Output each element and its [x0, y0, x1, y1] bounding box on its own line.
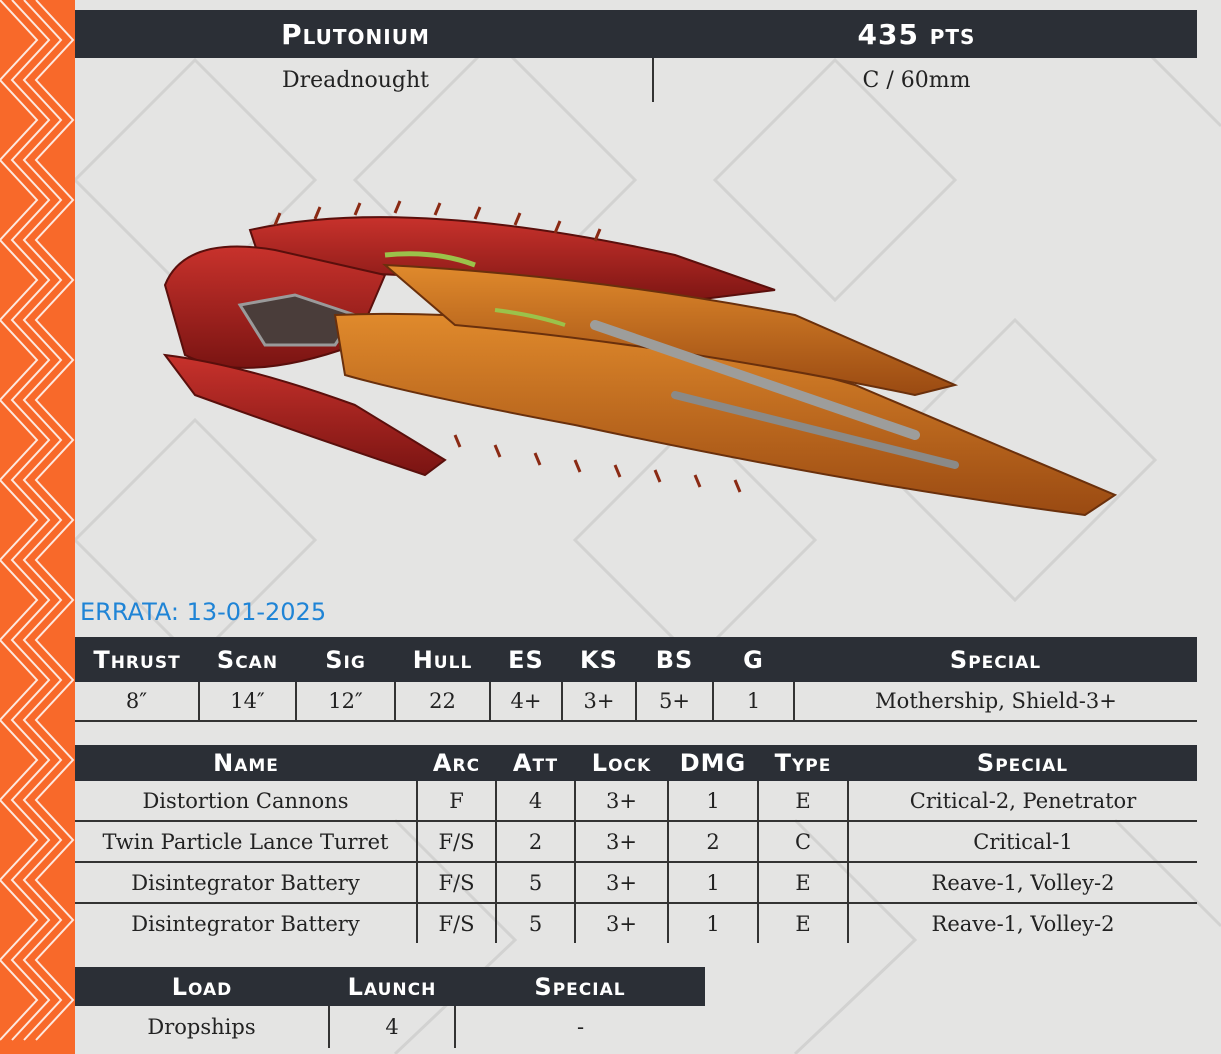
weapon-type: E: [757, 781, 848, 822]
ks-value: 3+: [561, 682, 636, 722]
title-bar: Plutonium 435 pts: [75, 10, 1197, 58]
weapon-row: Disintegrator Battery F/S 5 3+ 1 E Reave…: [75, 862, 1197, 904]
thrust-value: 8″: [75, 682, 199, 722]
header-att: Att: [496, 745, 575, 781]
weapon-lock: 3+: [574, 862, 668, 904]
header-lock: Lock: [575, 745, 668, 781]
launch-table: Load Launch Special Dropships 4 -: [75, 967, 705, 1048]
ship-class: Dreadnought: [281, 67, 430, 93]
weapon-name: Disintegrator Battery: [75, 862, 417, 904]
divider: [652, 58, 654, 102]
header-scan: Scan: [199, 637, 296, 682]
weapon-dmg: 1: [667, 781, 758, 822]
weapon-special: Critical-1: [847, 821, 1197, 863]
weapon-lock: 3+: [574, 821, 668, 863]
weapons-table: Name Arc Att Lock DMG Type Special Disto…: [75, 745, 1197, 943]
header-ks: KS: [562, 637, 636, 682]
header-load: Load: [75, 967, 329, 1006]
weapon-att: 5: [495, 903, 575, 943]
scan-value: 14″: [198, 682, 296, 722]
ship-stats-table: Thrust Scan Sig Hull ES KS BS G Special …: [75, 637, 1197, 722]
launch-row: Dropships 4 -: [75, 1006, 705, 1048]
bs-value: 5+: [635, 682, 713, 722]
errata-note: ERRATA: 13-01-2025: [80, 598, 327, 626]
weapon-special: Critical-2, Penetrator: [847, 781, 1197, 822]
header-special: Special: [794, 637, 1197, 682]
weapon-type: E: [757, 862, 848, 904]
weapon-arc: F: [416, 781, 496, 822]
header-dmg: DMG: [668, 745, 758, 781]
weapon-att: 4: [495, 781, 575, 822]
weapon-row: Disintegrator Battery F/S 5 3+ 1 E Reave…: [75, 903, 1197, 943]
header-type: Type: [758, 745, 848, 781]
header-arc: Arc: [417, 745, 496, 781]
weapon-row: Twin Particle Lance Turret F/S 2 3+ 2 C …: [75, 821, 1197, 863]
header-launch: Launch: [329, 967, 455, 1006]
decorative-side-stripe: [0, 0, 75, 1054]
subtitle-row: Dreadnought C / 60mm: [75, 58, 1197, 102]
header-thrust: Thrust: [75, 637, 199, 682]
weapon-row: Distortion Cannons F 4 3+ 1 E Critical-2…: [75, 781, 1197, 822]
header-weapon-special: Special: [848, 745, 1197, 781]
weapon-dmg: 1: [667, 862, 758, 904]
ship-points: 435 pts: [857, 17, 976, 51]
stats-header-row: Thrust Scan Sig Hull ES KS BS G Special: [75, 637, 1197, 682]
header-sig: Sig: [296, 637, 395, 682]
launch-value: 4: [328, 1006, 455, 1048]
weapon-type: C: [757, 821, 848, 863]
weapon-arc: F/S: [416, 903, 496, 943]
sig-value: 12″: [295, 682, 395, 722]
weapon-special: Reave-1, Volley-2: [847, 903, 1197, 943]
weapon-att: 2: [495, 821, 575, 863]
header-bs: BS: [636, 637, 713, 682]
launch-special-value: -: [454, 1006, 705, 1048]
weapon-lock: 3+: [574, 781, 668, 822]
ship-name: Plutonium: [281, 17, 430, 51]
ship-miniature-image: [162, 200, 1118, 517]
es-value: 4+: [489, 682, 562, 722]
weapon-name: Disintegrator Battery: [131, 911, 360, 936]
weapon-dmg: 2: [667, 821, 758, 863]
weapon-arc: F/S: [416, 821, 496, 863]
header-hull: Hull: [395, 637, 490, 682]
weapon-arc: F/S: [416, 862, 496, 904]
weapon-special: Reave-1, Volley-2: [847, 862, 1197, 904]
weapon-type: E: [757, 903, 848, 943]
weapon-lock: 3+: [574, 903, 668, 943]
weapon-name: Distortion Cannons: [75, 781, 417, 822]
weapon-dmg: 1: [667, 903, 758, 943]
launch-header-row: Load Launch Special: [75, 967, 705, 1006]
weapons-header-row: Name Arc Att Lock DMG Type Special: [75, 745, 1197, 781]
g-value: 1: [712, 682, 794, 722]
load-value: Dropships: [147, 1015, 256, 1039]
weapon-name: Twin Particle Lance Turret: [75, 821, 417, 863]
header-launch-special: Special: [455, 967, 705, 1006]
header-g: G: [713, 637, 794, 682]
stats-row: 8″ 14″ 12″ 22 4+ 3+ 5+ 1 Mothership, Shi…: [75, 682, 1197, 722]
header-es: ES: [490, 637, 562, 682]
hull-value: 22: [394, 682, 490, 722]
ship-base: C / 60mm: [862, 67, 971, 93]
special-value: Mothership, Shield-3+: [793, 682, 1197, 722]
header-name: Name: [75, 745, 417, 781]
weapon-att: 5: [495, 862, 575, 904]
